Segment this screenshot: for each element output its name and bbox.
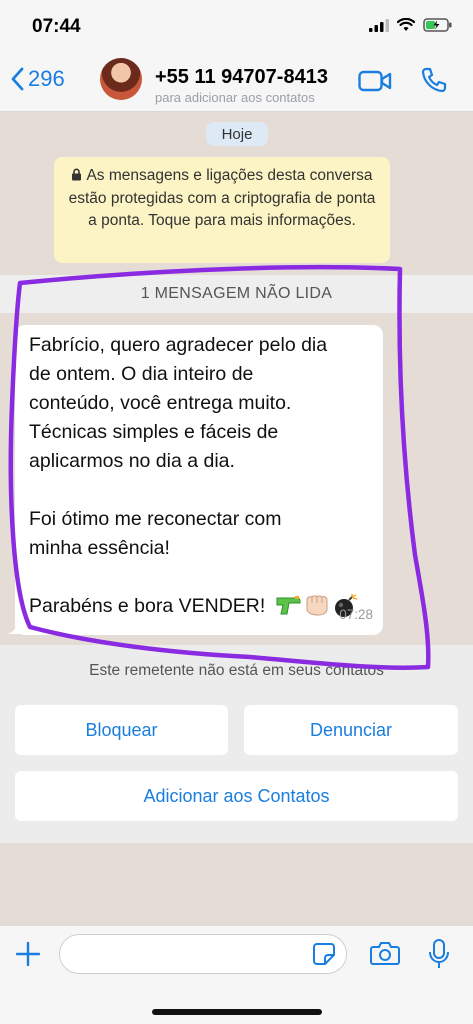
message-line: aplicarmos no dia a dia. (29, 450, 235, 472)
home-indicator (152, 1009, 322, 1015)
microphone-button[interactable] (428, 938, 450, 975)
message-line: minha essência! (29, 537, 170, 559)
status-bar: 07:44 (0, 0, 473, 52)
back-count: 296 (28, 66, 65, 91)
chevron-left-icon (11, 67, 24, 91)
message-line: Foi ótimo me reconectar com (29, 508, 282, 530)
wifi-icon (397, 18, 415, 31)
camera-icon (370, 942, 400, 965)
microphone-icon (429, 939, 449, 968)
video-call-button[interactable] (358, 70, 392, 97)
message-line: Técnicas simples e fáceis de (29, 421, 279, 443)
encryption-notice[interactable]: As mensagens e ligações desta conversa e… (54, 157, 390, 263)
contact-number[interactable]: +55 11 94707-8413 (155, 66, 328, 89)
plus-icon (15, 941, 41, 967)
contact-subtitle: para adicionar aos contatos (155, 90, 315, 105)
voice-call-button[interactable] (420, 66, 448, 99)
fist-icon (306, 595, 328, 616)
avatar[interactable] (100, 58, 142, 100)
message-line: de ontem. O dia inteiro de (29, 363, 254, 385)
sticker-icon (313, 943, 335, 965)
add-contact-button[interactable]: Adicionar aos Contatos (15, 771, 458, 821)
lock-icon (72, 168, 82, 181)
date-chip: Hoje (206, 122, 268, 146)
message-line-text: Parabéns e bora VENDER! (29, 595, 266, 617)
encryption-notice-text: As mensagens e ligações desta conversa e… (68, 167, 376, 229)
input-bar (0, 925, 473, 1024)
attach-button[interactable] (14, 940, 42, 973)
water-pistol-icon (276, 596, 301, 615)
back-button[interactable]: 296 (10, 66, 65, 92)
message-bubble[interactable]: Fabrício, quero agradecer pelo dia de on… (15, 325, 383, 635)
status-icons (369, 18, 453, 32)
battery-charging-icon (423, 18, 452, 32)
message-line: Fabrício, quero agradecer pelo dia (29, 334, 328, 356)
signal-icon (369, 18, 389, 32)
sender-notice: Este remetente não está em seus contatos (89, 662, 384, 679)
chat-header: 296 para adicionar aos contatos +55 11 9… (0, 52, 473, 112)
video-camera-icon (358, 70, 392, 92)
phone-icon (421, 67, 447, 93)
camera-button[interactable] (370, 940, 400, 971)
message-input[interactable] (59, 934, 347, 974)
sticker-button[interactable] (312, 942, 336, 971)
message-gap (29, 476, 369, 505)
message-time: 07:28 (339, 607, 373, 622)
message-gap (29, 563, 369, 592)
unread-banner: 1 MENSAGEM NÃO LIDA (0, 275, 473, 313)
message-line: conteúdo, você entrega muito. (29, 392, 292, 414)
message-line-last: Parabéns e bora VENDER! (29, 592, 369, 621)
block-button[interactable]: Bloquear (15, 705, 228, 755)
status-time: 07:44 (32, 16, 81, 37)
report-button[interactable]: Denunciar (244, 705, 458, 755)
